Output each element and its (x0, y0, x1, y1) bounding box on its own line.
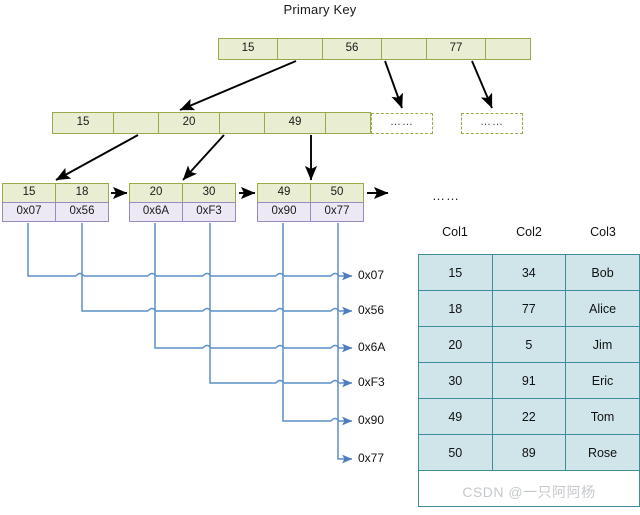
table-cell: 5 (491, 326, 567, 363)
column-header-col3: Col3 (590, 225, 616, 239)
table-cell: 50 (418, 434, 493, 471)
table-cell: 77 (491, 290, 567, 327)
table-cell: Tom (565, 398, 640, 435)
table-cell: 30 (418, 362, 493, 399)
diagram-canvas: Primary Key 15 56 77 15 20 49 …… …… 15 1… (0, 0, 640, 515)
connector-path-0x90-a (283, 223, 331, 421)
table-cell: Bob (565, 254, 640, 291)
table-row[interactable]: 49 22 Tom (418, 398, 640, 435)
address-label-2: 0x6A (358, 340, 386, 354)
table-row[interactable]: 15 34 Bob (418, 254, 640, 291)
table-cell: Rose (565, 434, 640, 471)
connector-path-0x56-a (82, 223, 148, 311)
address-label-1: 0x56 (358, 303, 385, 317)
table-cell: 18 (418, 290, 493, 327)
table-row[interactable]: 30 91 Eric (418, 362, 640, 399)
column-header-col2: Col2 (516, 225, 542, 239)
address-label-3: 0xF3 (358, 375, 385, 389)
table-cell: 34 (491, 254, 567, 291)
table-cell: Eric (565, 362, 640, 399)
address-label-4: 0x90 (358, 413, 385, 427)
column-header-col1: Col1 (442, 225, 468, 239)
table-cell: 15 (418, 254, 493, 291)
connector-path-0x07-a (28, 223, 76, 276)
table-column-headers: Col1 Col2 Col3 (418, 225, 640, 239)
table-ellipsis: …… (432, 188, 460, 203)
table-cell: 20 (418, 326, 493, 363)
table-row[interactable]: 20 5 Jim (418, 326, 640, 363)
table-cell: 22 (491, 398, 567, 435)
hop-0x07-over-82 (76, 274, 84, 277)
table-row[interactable]: 50 89 Rose (418, 434, 640, 471)
watermark: CSDN @一只阿阿杨 (462, 484, 596, 500)
table-cell: 91 (491, 362, 567, 399)
table-cell: Alice (565, 290, 640, 327)
connector-path-0xF3-a (210, 223, 276, 383)
table-cell: 89 (491, 434, 567, 471)
connector-path-0x6A-a (155, 223, 203, 348)
table-cell: 49 (418, 398, 493, 435)
data-table: 15 34 Bob 18 77 Alice 20 5 Jim 30 91 Eri… (418, 254, 640, 507)
address-label-0: 0x07 (358, 268, 385, 282)
address-label-5: 0x77 (358, 451, 385, 465)
table-row[interactable]: 18 77 Alice (418, 290, 640, 327)
table-cell: Jim (565, 326, 640, 363)
connector-path-0x77 (338, 223, 353, 464)
